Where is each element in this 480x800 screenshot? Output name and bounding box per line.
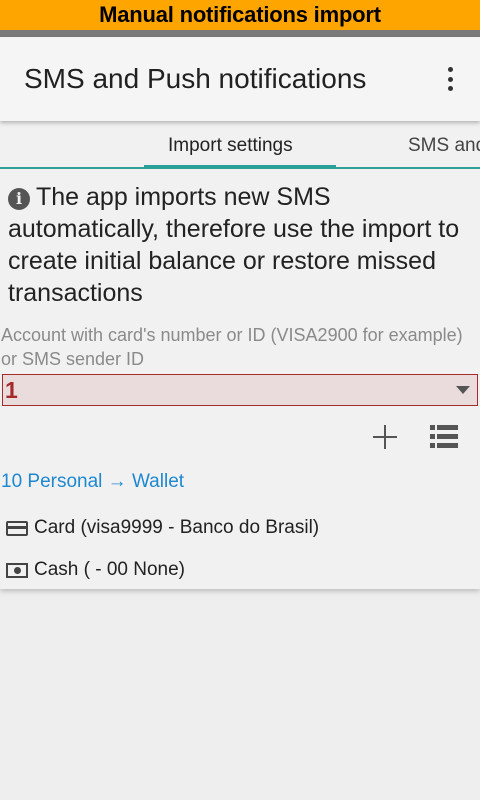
tab-bar: Import settings SMS and bbox=[0, 121, 480, 169]
account-row-label: Cash ( - 00 None) bbox=[34, 559, 186, 580]
more-vert-icon[interactable] bbox=[438, 63, 462, 95]
plus-icon[interactable] bbox=[371, 423, 399, 451]
info-message: i The app imports new SMS automatically, … bbox=[8, 181, 468, 309]
import-card: Import settings SMS and i The app imports… bbox=[0, 121, 480, 589]
account-row-label: Card (visa9999 - Banco do Brasil) bbox=[34, 517, 320, 538]
active-tab-indicator bbox=[144, 165, 336, 167]
account-row-cash[interactable]: Cash ( - 00 None) bbox=[6, 559, 185, 581]
app-bar-title: SMS and Push notifications bbox=[24, 63, 367, 94]
dropdown-arrow-icon[interactable] bbox=[456, 386, 470, 394]
cash-icon bbox=[6, 562, 28, 578]
info-icon: i bbox=[8, 188, 30, 210]
account-select-value: 1 bbox=[5, 377, 18, 403]
info-text: The app imports new SMS automatically, t… bbox=[8, 183, 460, 307]
account-field-label: Account with card's number or ID (VISA29… bbox=[1, 325, 463, 369]
credit-card-icon bbox=[6, 520, 28, 536]
account-row-card[interactable]: Card (visa9999 - Banco do Brasil) bbox=[6, 517, 319, 539]
status-strip bbox=[0, 30, 480, 37]
account-link[interactable]: 10 Personal → Wallet bbox=[1, 471, 184, 493]
account-select[interactable]: 1 bbox=[2, 374, 478, 406]
app-bar: SMS and Push notifications bbox=[0, 37, 480, 121]
list-icon[interactable] bbox=[430, 423, 458, 451]
tab-sms[interactable]: SMS and bbox=[408, 135, 480, 157]
tab-import-settings[interactable]: Import settings bbox=[168, 135, 293, 157]
import-banner: Manual notifications import bbox=[0, 0, 480, 30]
